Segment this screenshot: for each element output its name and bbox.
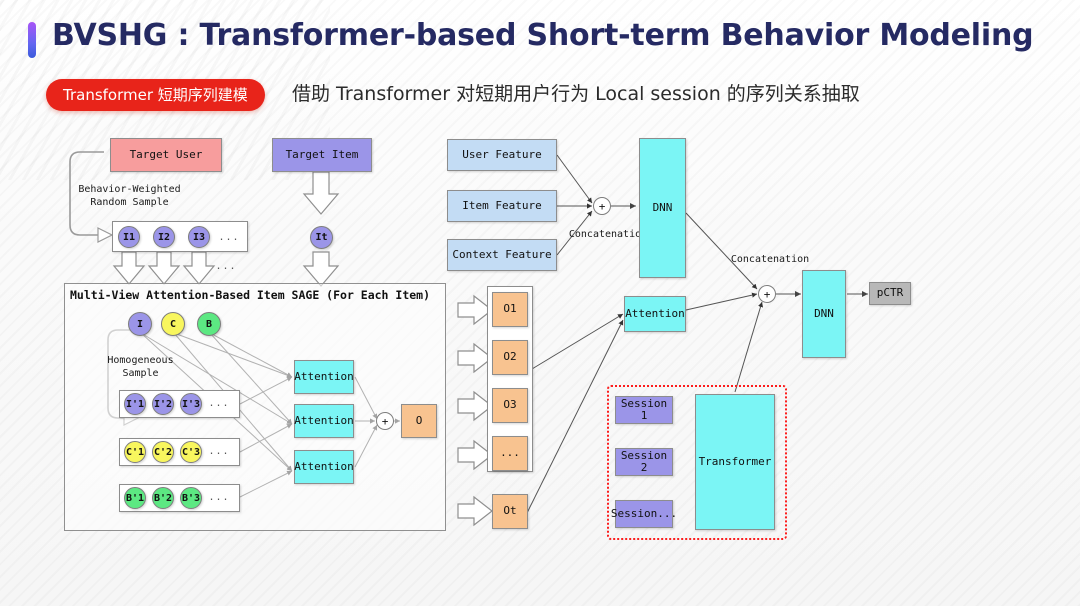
neighbor-node-c1[interactable]: C'1	[124, 441, 146, 463]
view-node-c[interactable]: C	[161, 312, 185, 336]
transformer-box[interactable]: Transformer	[695, 394, 775, 530]
sage-panel-title: Multi-View Attention-Based Item SAGE (Fo…	[70, 288, 431, 302]
neighbor-node-i3[interactable]: I'3	[180, 393, 202, 415]
output-box-ellipsis[interactable]: ...	[492, 436, 528, 471]
output-box-o3[interactable]: O3	[492, 388, 528, 423]
neighbor-node-c2[interactable]: C'2	[152, 441, 174, 463]
target-item-box[interactable]: Target Item	[272, 138, 372, 172]
output-box-ot[interactable]: Ot	[492, 494, 528, 529]
sage-attention-3[interactable]: Attention	[294, 450, 354, 484]
context-feature-box[interactable]: Context Feature	[447, 239, 557, 271]
title-accent-bar	[28, 22, 36, 58]
user-feature-box[interactable]: User Feature	[447, 139, 557, 171]
neighbor-node-b1[interactable]: B'1	[124, 487, 146, 509]
item-node-i2[interactable]: I2	[153, 226, 175, 248]
session-box-1[interactable]: Session 1	[615, 396, 673, 424]
item-arrow-ellipsis: ...	[215, 261, 237, 272]
sage-attention-1[interactable]: Attention	[294, 360, 354, 394]
output-box-o1[interactable]: O1	[492, 292, 528, 327]
neighbor-node-i2[interactable]: I'2	[152, 393, 174, 415]
neighbor-node-b3[interactable]: B'3	[180, 487, 202, 509]
dnn-top-box[interactable]: DNN	[639, 138, 686, 278]
target-item-node[interactable]: It	[310, 226, 333, 249]
target-user-box[interactable]: Target User	[110, 138, 222, 172]
right-concat-node: +	[758, 285, 776, 303]
neighbor-node-c3[interactable]: C'3	[180, 441, 202, 463]
neighbor-row-i-ellipsis: ...	[208, 398, 230, 409]
section-badge: Transformer 短期序列建模	[46, 79, 265, 111]
sage-sum-node: +	[376, 412, 394, 430]
slide-stage: BVSHG : Transformer-based Short-term Beh…	[0, 0, 1080, 606]
right-concatenation-label: Concatenation	[730, 254, 810, 265]
behavior-weighted-random-sample-label: Behavior-Weighted Random Sample	[78, 184, 181, 208]
neighbor-node-i1[interactable]: I'1	[124, 393, 146, 415]
neighbor-row-b-ellipsis: ...	[208, 492, 230, 503]
left-concatenation-label: Concatenation	[568, 229, 648, 240]
section-subtitle: 借助 Transformer 对短期用户行为 Local session 的序列…	[292, 83, 860, 105]
pctr-box[interactable]: pCTR	[869, 282, 911, 305]
page-title: BVSHG : Transformer-based Short-term Beh…	[52, 18, 1034, 53]
sage-output-box[interactable]: O	[401, 404, 437, 438]
item-node-i1[interactable]: I1	[118, 226, 140, 248]
neighbor-node-b2[interactable]: B'2	[152, 487, 174, 509]
sage-attention-2[interactable]: Attention	[294, 404, 354, 438]
output-box-o2[interactable]: O2	[492, 340, 528, 375]
homogeneous-sample-label: Homogeneous Sample	[107, 355, 174, 379]
item-node-i3[interactable]: I3	[188, 226, 210, 248]
neighbor-row-c-ellipsis: ...	[208, 446, 230, 457]
left-concat-node: +	[593, 197, 611, 215]
item-sequence-ellipsis: ...	[218, 232, 240, 243]
dnn-right-box[interactable]: DNN	[802, 270, 846, 358]
view-node-b[interactable]: B	[197, 312, 221, 336]
session-box-2[interactable]: Session 2	[615, 448, 673, 476]
view-node-i[interactable]: I	[128, 312, 152, 336]
item-feature-box[interactable]: Item Feature	[447, 190, 557, 222]
session-box-3[interactable]: Session...	[611, 500, 677, 528]
attention-mid-box[interactable]: Attention	[624, 296, 686, 332]
